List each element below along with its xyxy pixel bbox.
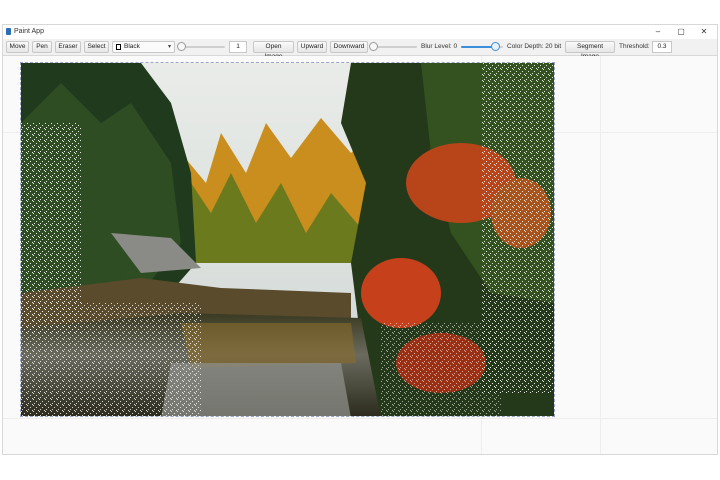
app-icon	[6, 28, 11, 35]
drawing-canvas[interactable]	[3, 56, 717, 454]
move-button[interactable]: Move	[6, 41, 29, 53]
eraser-button[interactable]: Eraser	[55, 41, 81, 53]
color-depth-slider[interactable]	[461, 41, 503, 53]
segment-image-button[interactable]: Segment Image	[565, 41, 615, 60]
close-button[interactable]: ✕	[693, 26, 715, 38]
color-depth-label: Color Depth: 20 bit	[507, 43, 562, 50]
loaded-image[interactable]	[20, 62, 555, 417]
downward-button[interactable]: Downward	[330, 41, 368, 53]
color-picker-label: Black	[124, 43, 140, 50]
threshold-label: Threshold:	[619, 43, 650, 50]
threshold-field[interactable]: 0.3	[652, 41, 672, 53]
size-slider[interactable]	[177, 41, 225, 53]
upward-button[interactable]: Upward	[297, 41, 327, 53]
canvas-guide	[600, 56, 601, 454]
color-swatch	[116, 44, 121, 50]
window-title: Paint App	[14, 28, 44, 35]
size-slider-track	[181, 46, 225, 48]
blur-slider-track	[373, 46, 417, 48]
minimize-button[interactable]: –	[647, 26, 669, 38]
size-field[interactable]: 1	[229, 41, 247, 53]
maximize-button[interactable]: ▢	[670, 26, 692, 38]
blur-slider[interactable]	[369, 41, 417, 53]
color-depth-slider-thumb[interactable]	[490, 42, 500, 51]
blur-level-label: Blur Level: 0	[421, 43, 458, 50]
toolbar: Move Pen Eraser Select Black ▾ 1 Open Im…	[3, 39, 717, 60]
chevron-down-icon: ▾	[167, 44, 171, 50]
select-button[interactable]: Select	[84, 41, 109, 53]
pen-button[interactable]: Pen	[32, 41, 52, 53]
blur-slider-thumb[interactable]	[369, 42, 378, 51]
size-slider-thumb[interactable]	[177, 42, 186, 51]
canvas-guide	[3, 418, 717, 419]
open-image-button[interactable]: Open Image	[253, 41, 294, 60]
color-depth-slider-fill	[461, 46, 495, 48]
title-bar: Paint App – ▢ ✕	[3, 25, 717, 39]
paint-app-window: Paint App – ▢ ✕ Move Pen Eraser Select B…	[2, 24, 718, 455]
color-picker[interactable]: Black ▾	[112, 41, 175, 53]
autumn-river-picture	[21, 63, 554, 416]
